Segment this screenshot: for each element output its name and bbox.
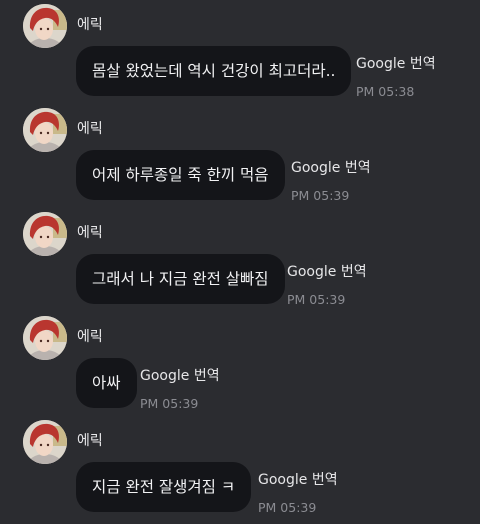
message-timestamp: PM 05:39	[287, 292, 346, 307]
sender-name: 에릭	[77, 17, 103, 33]
chat-message: 에릭 그래서 나 지금 완전 살빠짐 Google 번역 PM 05:39	[0, 212, 480, 316]
chat-message: 에릭 지금 완전 잘생겨짐 ㅋ Google 번역 PM 05:39	[0, 420, 480, 524]
avatar[interactable]	[23, 108, 67, 152]
message-timestamp: PM 05:39	[258, 500, 317, 515]
message-timestamp: PM 05:38	[356, 84, 415, 99]
avatar[interactable]	[23, 212, 67, 256]
avatar[interactable]	[23, 4, 67, 48]
avatar[interactable]	[23, 420, 67, 464]
message-bubble[interactable]: 지금 완전 잘생겨짐 ㅋ	[76, 462, 252, 512]
message-timestamp: PM 05:39	[291, 188, 350, 203]
google-translate-link[interactable]: Google 번역	[287, 263, 367, 281]
google-translate-link[interactable]: Google 번역	[140, 367, 220, 385]
profile-photo-icon	[23, 420, 67, 464]
profile-photo-icon	[23, 4, 67, 48]
chat-message: 에릭 몸살 왔었는데 역시 건강이 최고더라.. Google 번역 PM 05…	[0, 4, 480, 108]
avatar[interactable]	[23, 316, 67, 360]
profile-photo-icon	[23, 108, 67, 152]
sender-name: 에릭	[77, 121, 103, 137]
chat-message: 에릭 어제 하루종일 죽 한끼 먹음 Google 번역 PM 05:39	[0, 108, 480, 212]
message-bubble[interactable]: 어제 하루종일 죽 한끼 먹음	[76, 150, 285, 200]
sender-name: 에릭	[77, 329, 103, 345]
profile-photo-icon	[23, 316, 67, 360]
message-bubble[interactable]: 그래서 나 지금 완전 살빠짐	[76, 254, 285, 304]
sender-name: 에릭	[77, 433, 103, 449]
chat-message: 에릭 아싸 Google 번역 PM 05:39	[0, 316, 480, 420]
google-translate-link[interactable]: Google 번역	[258, 471, 338, 489]
message-bubble[interactable]: 몸살 왔었는데 역시 건강이 최고더라..	[76, 46, 352, 96]
message-timestamp: PM 05:39	[140, 396, 199, 411]
profile-photo-icon	[23, 212, 67, 256]
sender-name: 에릭	[77, 225, 103, 241]
message-bubble[interactable]: 아싸	[76, 358, 137, 408]
google-translate-link[interactable]: Google 번역	[356, 55, 436, 73]
google-translate-link[interactable]: Google 번역	[291, 159, 371, 177]
